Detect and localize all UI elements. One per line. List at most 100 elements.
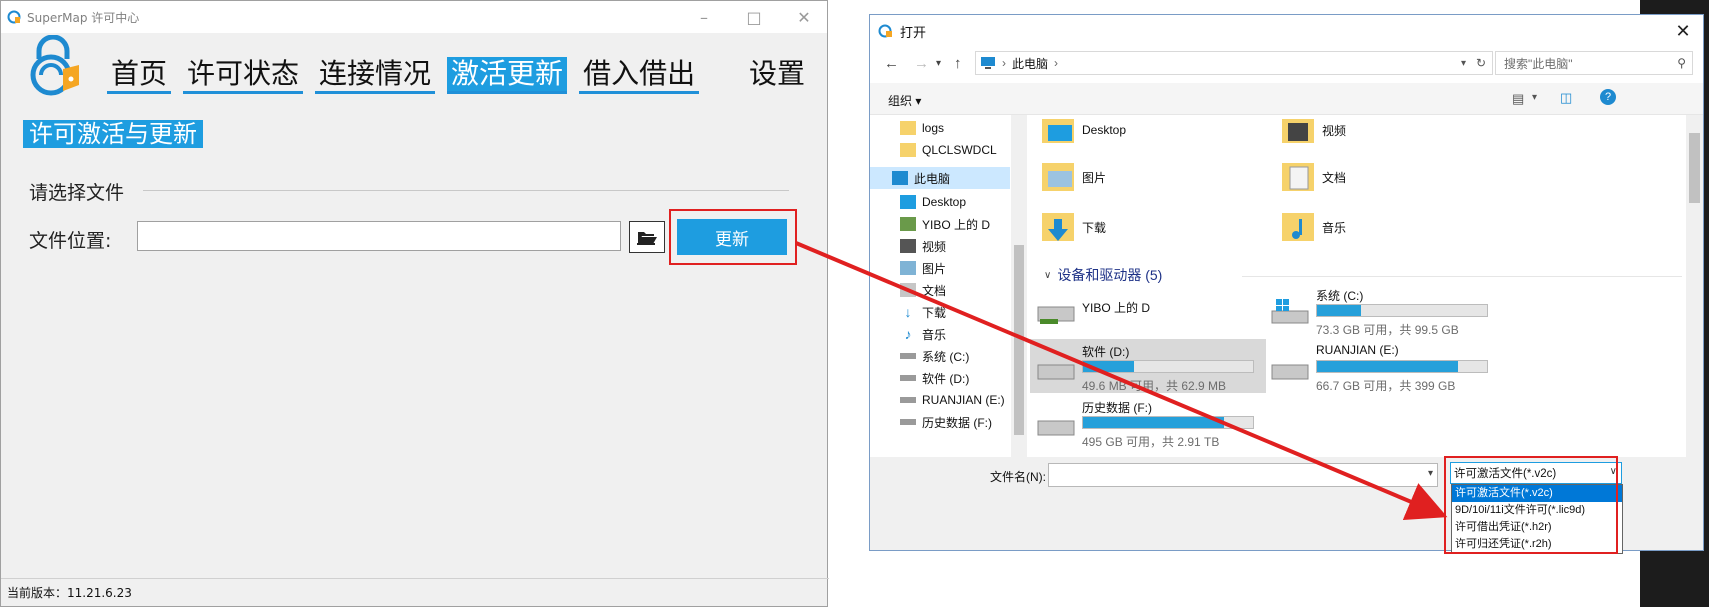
network-drive-icon — [1037, 306, 1075, 324]
pictures-icon — [900, 261, 916, 275]
tab-connections[interactable]: 连接情况 — [315, 57, 436, 94]
tab-home[interactable]: 首页 — [107, 57, 172, 94]
drive-icon — [1037, 420, 1075, 436]
dialog-close-button[interactable]: ✕ — [1663, 15, 1703, 47]
folder-videos[interactable]: 视频 — [1280, 115, 1346, 145]
desktop-folder-icon — [1042, 119, 1074, 143]
navigation-tree: logs QLCLSWDCL 此电脑 Desktop YIBO 上的 D 视频 … — [870, 115, 1010, 457]
group-divider — [143, 190, 789, 191]
folder-music[interactable]: 音乐 — [1280, 209, 1346, 245]
content-scroll-thumb[interactable] — [1689, 133, 1700, 203]
organize-menu[interactable]: 组织 ▾ — [888, 92, 921, 109]
tab-borrow[interactable]: 借入借出 — [579, 57, 700, 94]
tree-item-network-drive[interactable]: YIBO 上的 D — [900, 213, 990, 235]
windows-drive-icon — [1271, 299, 1309, 324]
recent-chevron-down-icon[interactable]: ▾ — [936, 58, 941, 69]
tree-item-qlclswdcl[interactable]: QLCLSWDCL — [900, 139, 997, 161]
address-bar[interactable]: › 此电脑 › ▾ ↻ — [975, 51, 1493, 75]
search-icon: ⚲ — [1677, 56, 1686, 70]
app-title-bar: SuperMap 许可中心 – □ ✕ — [1, 1, 827, 33]
tree-item-drive-d[interactable]: 软件 (D:) — [900, 367, 969, 389]
drive-f[interactable]: 历史数据 (F:) 495 GB 可用，共 2.91 TB — [1030, 395, 1266, 449]
pictures-folder-icon — [1042, 163, 1074, 191]
back-arrow-icon[interactable]: ← — [884, 55, 899, 72]
file-content-area: Desktop 视频 图片 文档 下载 音乐 ∨ 设备和驱动器 (5) YIBO… — [1030, 115, 1685, 457]
file-location-label: 文件位置: — [29, 230, 112, 252]
documents-icon — [900, 283, 916, 297]
drive-usage-fill — [1317, 305, 1362, 316]
drive-icon — [1037, 364, 1075, 380]
tree-scroll-thumb[interactable] — [1014, 245, 1024, 435]
tree-item-videos[interactable]: 视频 — [900, 235, 946, 257]
address-dropdown-icon[interactable]: ▾ — [1461, 58, 1466, 69]
up-arrow-icon[interactable]: ↑ — [954, 55, 962, 72]
tab-settings[interactable]: 设置 — [749, 57, 805, 91]
drive-e[interactable]: RUANJIAN (E:) 66.7 GB 可用，共 399 GB — [1264, 339, 1500, 393]
tree-item-pictures[interactable]: 图片 — [900, 257, 946, 279]
help-icon[interactable]: ? — [1600, 89, 1616, 105]
supermap-lock-logo-icon — [30, 35, 79, 96]
file-location-input[interactable] — [137, 221, 621, 251]
breadcrumb[interactable]: 此电脑 — [1012, 55, 1048, 72]
drive-icon — [900, 419, 916, 425]
tree-item-drive-c[interactable]: 系统 (C:) — [900, 345, 969, 367]
license-center-window: SuperMap 许可中心 – □ ✕ 首页 许可状态 连接情况 激活更新 借入… — [0, 0, 829, 607]
filename-input[interactable]: ▾ — [1048, 463, 1438, 487]
view-dropdown-icon[interactable]: ▾ — [1532, 92, 1537, 103]
drive-d[interactable]: 软件 (D:) 49.6 MB 可用，共 62.9 MB — [1030, 339, 1266, 393]
drive-usage-bar — [1082, 360, 1254, 373]
breadcrumb-chevron-icon[interactable]: › — [1054, 56, 1058, 70]
tree-item-documents[interactable]: 文档 — [900, 279, 946, 301]
computer-icon — [981, 57, 995, 69]
tab-license-status[interactable]: 许可状态 — [183, 57, 304, 94]
filename-label: 文件名(N): — [990, 470, 1046, 484]
tree-item-this-pc[interactable]: 此电脑 — [870, 167, 1010, 189]
main-nav: 首页 许可状态 连接情况 激活更新 借入借出 — [107, 57, 751, 94]
tree-item-desktop[interactable]: Desktop — [900, 191, 966, 213]
documents-folder-icon — [1282, 163, 1314, 191]
folder-desktop[interactable]: Desktop — [1040, 115, 1126, 145]
network-drive-icon — [900, 217, 916, 231]
refresh-icon[interactable]: ↻ — [1476, 56, 1486, 70]
tree-item-drive-e[interactable]: RUANJIAN (E:) — [900, 389, 1005, 411]
tree-item-drive-f[interactable]: 历史数据 (F:) — [900, 411, 992, 433]
folder-pictures[interactable]: 图片 — [1040, 159, 1106, 195]
browse-button[interactable] — [629, 221, 665, 253]
drive-usage-fill — [1083, 361, 1134, 372]
forward-arrow-icon[interactable]: → — [914, 55, 929, 72]
app-title: SuperMap 许可中心 — [27, 10, 140, 25]
maximize-button[interactable]: □ — [731, 1, 777, 33]
view-options-icon[interactable]: ▤ — [1512, 91, 1524, 107]
tree-scrollbar[interactable] — [1011, 115, 1027, 457]
filename-dropdown-icon[interactable]: ▾ — [1428, 468, 1433, 479]
drive-c[interactable]: 系统 (C:) 73.3 GB 可用，共 99.5 GB — [1264, 283, 1500, 337]
collapse-chevron-icon[interactable]: ∨ — [1044, 270, 1051, 281]
close-button[interactable]: ✕ — [781, 1, 827, 33]
tree-item-music[interactable]: ♪ 音乐 — [900, 323, 947, 345]
video-folder-icon — [1282, 119, 1314, 143]
drive-usage-fill — [1083, 417, 1225, 428]
section-divider — [1242, 276, 1682, 277]
devices-section-header[interactable]: ∨ 设备和驱动器 (5) — [1044, 265, 1162, 285]
drive-network[interactable]: YIBO 上的 D — [1030, 283, 1266, 337]
minimize-button[interactable]: – — [681, 1, 727, 33]
content-scrollbar[interactable] — [1686, 115, 1703, 457]
folder-documents[interactable]: 文档 — [1280, 159, 1346, 195]
highlight-box-filter — [1444, 456, 1618, 554]
tab-activate-update[interactable]: 激活更新 — [447, 57, 568, 94]
drive-usage-bar — [1316, 304, 1488, 317]
music-folder-icon — [1282, 213, 1314, 241]
highlight-box-update — [669, 209, 797, 265]
preview-pane-icon[interactable]: ◫ — [1560, 90, 1572, 106]
folder-icon — [900, 143, 916, 157]
folder-downloads[interactable]: 下载 — [1040, 209, 1106, 245]
dialog-title: 打开 — [900, 24, 927, 40]
drive-usage-bar — [1082, 416, 1254, 429]
search-input[interactable]: 搜索"此电脑" ⚲ — [1495, 51, 1693, 75]
group-label: 请选择文件 — [29, 182, 125, 204]
tree-item-logs[interactable]: logs — [900, 117, 944, 139]
tree-item-downloads[interactable]: ↓ 下载 — [900, 301, 947, 323]
desktop-icon — [900, 195, 916, 209]
breadcrumb-separator-icon: › — [1002, 56, 1006, 70]
drive-usage-fill — [1317, 361, 1459, 372]
